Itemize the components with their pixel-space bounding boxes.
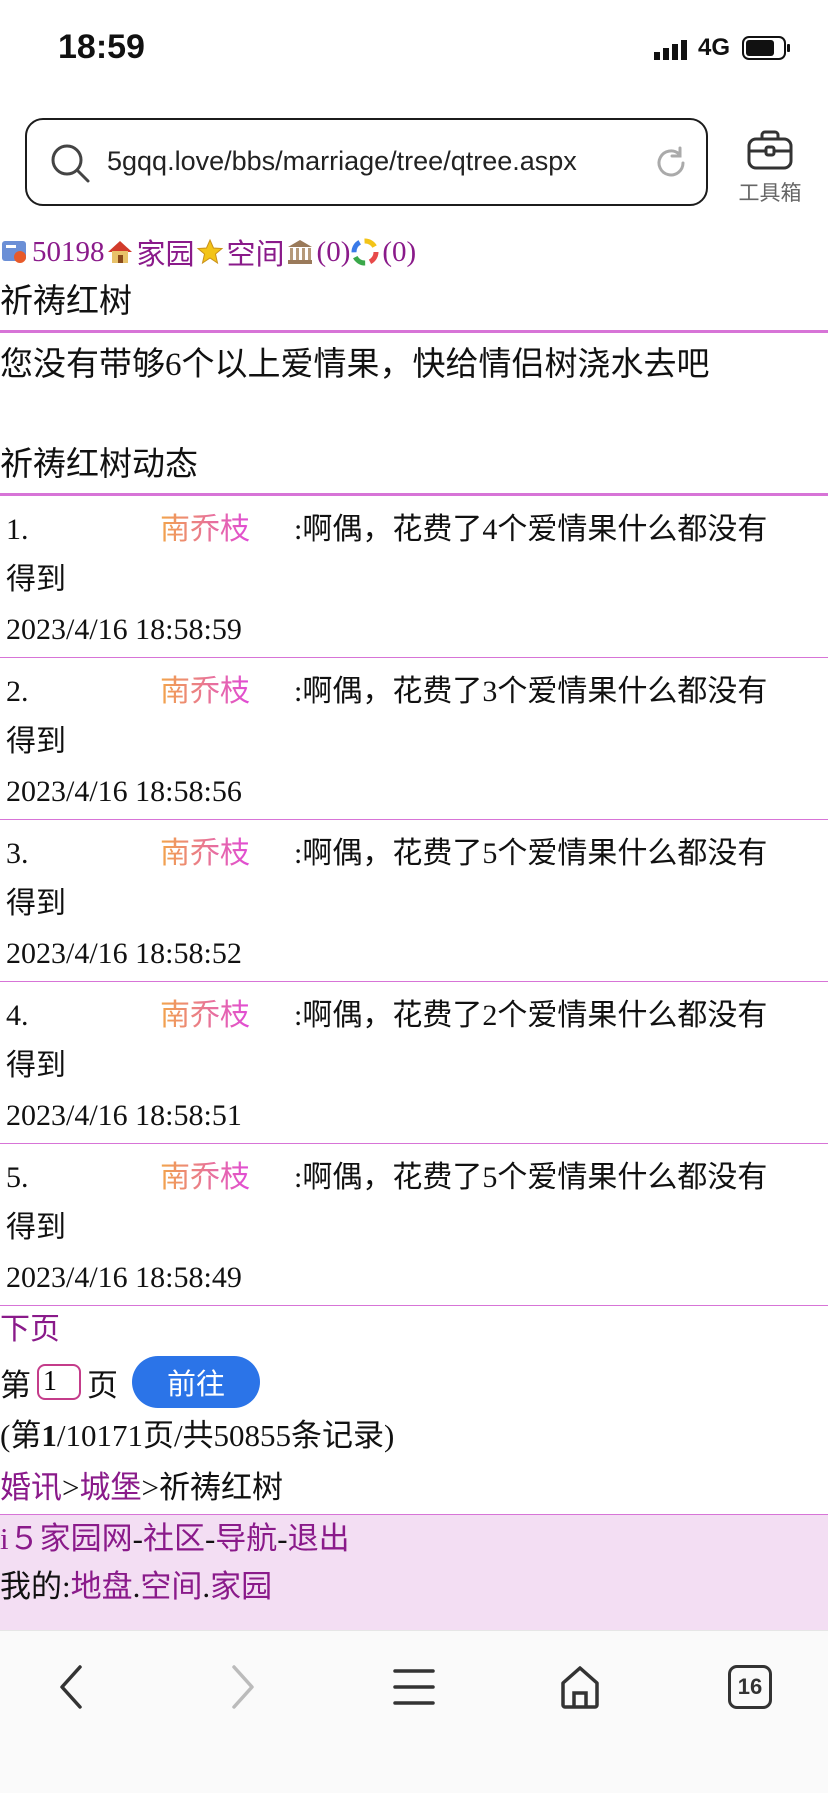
home-icon[interactable] (558, 1663, 602, 1711)
list-item: 3. 南乔枝 :啊偶，花费了5个爱情果什么都没有 得到 2023/4/16 18… (0, 820, 828, 981)
page-jump: 第 页 前往 (0, 1354, 828, 1410)
footer-logout-link[interactable]: 退出 (288, 1521, 350, 1556)
reload-icon[interactable] (654, 146, 688, 180)
record-user-link[interactable]: 南乔枝 (160, 832, 250, 876)
record-text: :啊偶，花费了5个爱情果什么都没有 (294, 837, 768, 870)
house-icon (107, 241, 132, 263)
footer-land-link[interactable]: 地盘 (71, 1569, 133, 1604)
record-user-link[interactable]: 南乔枝 (160, 994, 250, 1038)
footer-mine-label: 我的: (0, 1569, 71, 1604)
page-content: 50198 家园 空间 (0) (0) 祈祷红树 您没有带够6个以上爱情果，快给… (0, 230, 828, 1659)
record-text-continued: 得到 (6, 1049, 66, 1082)
record-text-continued: 得到 (6, 563, 66, 596)
record-number: 2. (6, 675, 29, 708)
page-title: 祈祷红树 (0, 284, 132, 320)
record-text: :啊偶，花费了3个爱情果什么都没有 (294, 675, 768, 708)
footer-nav-link[interactable]: 导航 (215, 1521, 277, 1556)
record-number: 4. (6, 999, 29, 1032)
record-summary: (第1/10171页/共50855条记录) (0, 1418, 395, 1453)
back-icon[interactable] (52, 1663, 92, 1711)
forward-icon[interactable] (222, 1663, 262, 1711)
breadcrumb: 婚讯>城堡>祈祷红树 (0, 1470, 283, 1505)
bank-count-link[interactable]: (0) (317, 236, 351, 269)
list-item: 2. 南乔枝 :啊偶，花费了3个爱情果什么都没有 得到 2023/4/16 18… (0, 658, 828, 819)
breadcrumb-marriage[interactable]: 婚讯 (0, 1470, 62, 1505)
list-item: 4. 南乔枝 :啊偶，花费了2个爱情果什么都没有 得到 2023/4/16 18… (0, 982, 828, 1143)
go-button[interactable]: 前往 (132, 1356, 260, 1408)
footer-space-link[interactable]: 空间 (140, 1569, 202, 1604)
signal-icon (654, 40, 687, 60)
list-item: 5. 南乔枝 :啊偶，花费了5个爱情果什么都没有 得到 2023/4/16 18… (0, 1144, 828, 1305)
toolbox-button[interactable]: 工具箱 (730, 130, 810, 207)
bank-icon (287, 240, 312, 264)
browser-toolbar: 16 (0, 1630, 828, 1793)
search-icon (51, 144, 90, 183)
tabs-button[interactable]: 16 (728, 1665, 772, 1709)
record-text-continued: 得到 (6, 725, 66, 758)
status-bar: 18:59 4G (0, 0, 828, 100)
list-item: 1. 南乔枝 :啊偶，花费了4个爱情果什么都没有 得到 2023/4/16 18… (0, 496, 828, 657)
record-user-link[interactable]: 南乔枝 (160, 508, 250, 552)
user-id-link[interactable]: 50198 (32, 236, 105, 269)
space-link[interactable]: 空间 (227, 231, 285, 273)
color-wheel-icon (351, 238, 379, 266)
footer-site-link[interactable]: i５家园网 (0, 1521, 133, 1556)
record-user-link[interactable]: 南乔枝 (160, 1156, 250, 1200)
address-bar[interactable]: 5gqq.love/bbs/marriage/tree/qtree.aspx (25, 118, 708, 206)
breadcrumb-current: 祈祷红树 (158, 1470, 283, 1505)
record-date: 2023/4/16 18:58:59 (6, 613, 242, 646)
breadcrumb-castle[interactable]: 城堡 (79, 1470, 141, 1505)
next-page-link[interactable]: 下页 (0, 1306, 828, 1354)
record-text-continued: 得到 (6, 1211, 66, 1244)
misc-count-link[interactable]: (0) (382, 236, 416, 269)
record-number: 3. (6, 837, 29, 870)
footer-home-link[interactable]: 家园 (210, 1569, 272, 1604)
section-title: 祈祷红树动态 (0, 447, 198, 483)
user-nav: 50198 家园 空间 (0) (0) (0, 230, 828, 274)
menu-icon[interactable] (392, 1663, 436, 1711)
record-text: :啊偶，花费了4个爱情果什么都没有 (294, 513, 768, 546)
page-prefix: 第 (0, 1367, 31, 1403)
footer-community-link[interactable]: 社区 (143, 1521, 205, 1556)
briefcase-icon (747, 130, 793, 170)
page-suffix: 页 (87, 1367, 118, 1403)
record-date: 2023/4/16 18:58:52 (6, 937, 242, 970)
url-text[interactable]: 5gqq.love/bbs/marriage/tree/qtree.aspx (107, 146, 577, 177)
record-number: 5. (6, 1161, 29, 1194)
star-icon (196, 238, 223, 265)
toolbox-label: 工具箱 (738, 182, 802, 205)
record-number: 1. (6, 513, 29, 546)
record-list: 1. 南乔枝 :啊偶，花费了4个爱情果什么都没有 得到 2023/4/16 18… (0, 496, 828, 1306)
record-date: 2023/4/16 18:58:56 (6, 775, 242, 808)
network-type: 4G (698, 34, 731, 61)
home-link[interactable]: 家园 (137, 231, 195, 273)
status-time: 18:59 (58, 28, 145, 66)
record-date: 2023/4/16 18:58:49 (6, 1261, 242, 1294)
record-date: 2023/4/16 18:58:51 (6, 1099, 242, 1132)
page-number-input[interactable] (37, 1364, 81, 1400)
record-user-link[interactable]: 南乔枝 (160, 670, 250, 714)
notice-message: 您没有带够6个以上爱情果，快给情侣树浇水去吧 (0, 347, 710, 383)
battery-icon (742, 36, 790, 60)
record-text: :啊偶，花费了2个爱情果什么都没有 (294, 999, 768, 1032)
record-text-continued: 得到 (6, 887, 66, 920)
record-text: :啊偶，花费了5个爱情果什么都没有 (294, 1161, 768, 1194)
user-card-icon (2, 241, 26, 263)
